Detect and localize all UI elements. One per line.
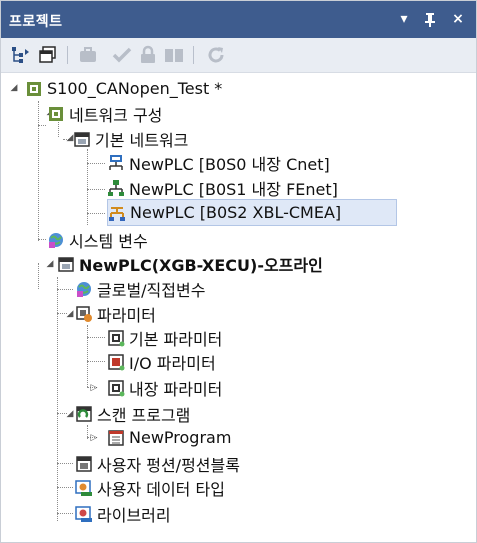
project-tree: ◢ ◢ ◢ ◢ ◢ ▷ ◢ ▷ S100_CANopen_Test * 네트워크… bbox=[1, 73, 476, 533]
panel-title: 프로젝트 bbox=[9, 14, 63, 30]
parameter-icon bbox=[75, 305, 93, 323]
plc-icon bbox=[57, 255, 75, 273]
tree-node-new-program[interactable]: NewProgram bbox=[107, 425, 231, 450]
parameter-icon bbox=[107, 379, 125, 397]
library-icon bbox=[75, 505, 93, 523]
tree-node-global-vars[interactable]: 글로벌/직접변수 bbox=[75, 276, 205, 301]
globe-icon bbox=[47, 231, 65, 249]
refresh-icon[interactable] bbox=[205, 44, 227, 66]
toolbar-separator bbox=[193, 46, 194, 64]
io-icon bbox=[107, 353, 125, 371]
globe-icon bbox=[75, 280, 93, 298]
tree-node-basic-network[interactable]: 기본 네트워크 bbox=[73, 126, 188, 151]
tree-node-net-cmea[interactable]: NewPLC [B0S2 XBL-CMEA] bbox=[107, 199, 397, 226]
window-icon[interactable] bbox=[37, 44, 59, 66]
parameter-icon bbox=[107, 329, 125, 347]
close-icon[interactable]: × bbox=[447, 7, 469, 31]
expand-arrow-icon[interactable]: ▷ bbox=[89, 383, 99, 393]
tree-node-basic-params[interactable]: 기본 파라미터 bbox=[107, 325, 222, 350]
tree-node-scan-programs[interactable]: 스캔 프로그램 bbox=[75, 401, 190, 426]
program-icon bbox=[75, 405, 93, 423]
tree-node-parameters[interactable]: 파라미터 bbox=[75, 301, 156, 326]
tree-view-icon[interactable] bbox=[10, 44, 32, 66]
expand-arrow-icon[interactable]: ▷ bbox=[89, 433, 99, 443]
cube-icon bbox=[73, 130, 91, 148]
tree-node-internal-params[interactable]: 내장 파라미터 bbox=[107, 375, 222, 400]
toolbar-separator bbox=[67, 46, 68, 64]
tree-node-user-data-type[interactable]: 사용자 데이터 타입 bbox=[75, 475, 225, 500]
tree-node-net-fenet[interactable]: NewPLC [B0S1 내장 FEnet] bbox=[107, 175, 338, 200]
serial-network-icon bbox=[107, 154, 125, 172]
tree-node-network-config[interactable]: 네트워크 구성 bbox=[47, 101, 162, 126]
collapse-arrow-icon[interactable]: ◢ bbox=[65, 309, 75, 319]
collapse-arrow-icon[interactable]: ◢ bbox=[9, 83, 19, 93]
tree-node-library[interactable]: 라이브러리 bbox=[75, 501, 171, 526]
tree-node-project[interactable]: S100_CANopen_Test * bbox=[25, 76, 222, 101]
ladder-program-icon bbox=[107, 429, 125, 447]
panel-title-bar: 프로젝트 ▾ × bbox=[1, 1, 476, 38]
canopen-icon bbox=[108, 204, 126, 222]
check-icon[interactable] bbox=[111, 44, 133, 66]
tree-node-user-function[interactable]: 사용자 펑션/펑션블록 bbox=[75, 451, 240, 476]
lock-icon[interactable] bbox=[137, 44, 159, 66]
tree-node-plc[interactable]: NewPLC(XGB-XECU)-오프라인 bbox=[57, 251, 323, 276]
tree-node-io-params[interactable]: I/O 파라미터 bbox=[107, 349, 216, 374]
collapse-arrow-icon[interactable]: ◢ bbox=[45, 259, 55, 269]
project-icon bbox=[25, 80, 43, 98]
collapse-arrow-icon[interactable]: ◢ bbox=[65, 409, 75, 419]
function-block-icon bbox=[75, 455, 93, 473]
briefcase-icon[interactable] bbox=[77, 44, 99, 66]
panel-toolbar bbox=[1, 38, 476, 73]
project-panel: 프로젝트 ▾ × ◢ ◢ ◢ ◢ ▷ ◢ ▷ S100_CANopen_Test… bbox=[0, 0, 477, 543]
tree-node-system-vars[interactable]: 시스템 변수 bbox=[47, 227, 148, 252]
data-type-icon bbox=[75, 479, 93, 497]
network-icon bbox=[47, 105, 65, 123]
ethernet-icon bbox=[107, 179, 125, 197]
tree-node-net-cnet[interactable]: NewPLC [B0S0 내장 Cnet] bbox=[107, 150, 330, 175]
book-icon[interactable] bbox=[163, 44, 185, 66]
dropdown-icon[interactable]: ▾ bbox=[393, 7, 415, 31]
pin-icon[interactable] bbox=[419, 7, 441, 31]
